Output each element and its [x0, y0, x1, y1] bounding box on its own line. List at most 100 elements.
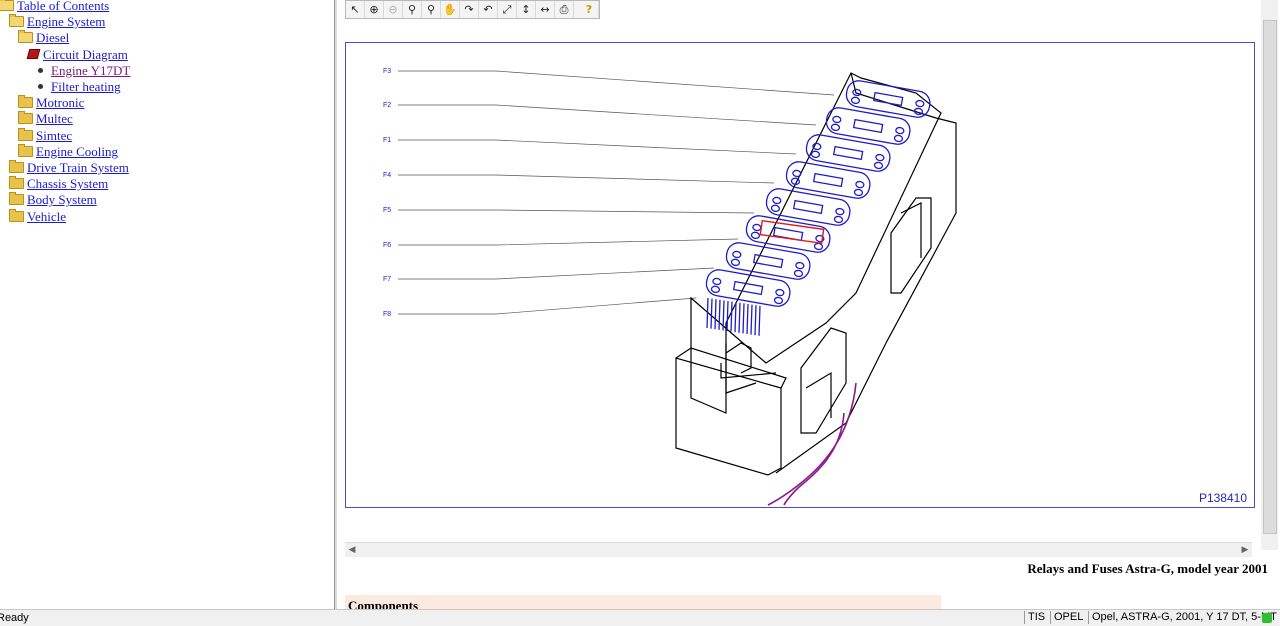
- leader-line: [398, 238, 739, 246]
- fuse-label: F2: [383, 102, 391, 109]
- components-section: Components: [345, 595, 941, 609]
- folder-icon: [18, 143, 33, 157]
- status-system: TIS: [1024, 611, 1048, 624]
- connection-status-icon: [1262, 613, 1272, 623]
- tree-item-label[interactable]: Circuit Diagram: [43, 47, 128, 62]
- fit-width-icon[interactable]: ↔: [536, 1, 555, 18]
- status-bar: Ready TIS OPEL Opel, ASTRA-G, 2001, Y 17…: [0, 609, 1280, 626]
- tree-item[interactable]: Engine Y17DT: [38, 63, 130, 79]
- tree-item-label[interactable]: Body System: [27, 192, 97, 207]
- fuse-label: F3: [383, 68, 391, 75]
- bullet-icon: [38, 67, 43, 73]
- tree-item-label[interactable]: Chassis System: [27, 176, 108, 191]
- leader-line: [398, 70, 835, 96]
- tree-item-label[interactable]: Engine Cooling: [36, 144, 118, 159]
- contact-pin: [734, 302, 737, 333]
- tree-item[interactable]: Chassis System: [9, 176, 108, 192]
- tree-item[interactable]: Body System: [9, 192, 97, 208]
- tree-item[interactable]: Simtec: [18, 127, 72, 144]
- leader-line: [398, 267, 715, 280]
- contact-pin: [710, 298, 713, 329]
- pan-hand-icon[interactable]: ✋: [441, 1, 460, 18]
- vertical-scrollbar[interactable]: [1261, 0, 1278, 550]
- fit-height-icon[interactable]: ↕: [517, 1, 536, 18]
- tree-item-label[interactable]: Engine Y17DT: [51, 63, 130, 78]
- figure-id: P138410: [1198, 491, 1247, 505]
- contact-pin: [726, 300, 729, 332]
- fuse-label: F8: [383, 311, 391, 318]
- table-of-contents-tree: Table of Contents Engine System Diesel Circ…: [0, 0, 334, 609]
- document-pane: ↖ ⊕ ⊖ ⚲ ⚲ ✋ ↷ ↶ ⤢ ↕ ↔ ⎙? F3 F2 F1 F4 F5 F6 F7 F8: [337, 0, 1280, 609]
- fit-page-icon[interactable]: ⤢: [498, 1, 517, 18]
- folder-icon: [9, 176, 24, 190]
- fuse: [725, 242, 811, 280]
- tree-item[interactable]: Engine System: [9, 14, 105, 30]
- scroll-right-icon[interactable]: ▶: [1238, 543, 1252, 557]
- leader-line: [398, 297, 697, 315]
- diagram-viewer[interactable]: F3 F2 F1 F4 F5 F6 F7 F8 P138410: [345, 42, 1255, 508]
- figure-caption: Relays and Fuses Astra-G, model year 200…: [1027, 561, 1268, 576]
- tree-item[interactable]: Motronic: [18, 95, 84, 111]
- contact-pin: [758, 305, 761, 336]
- folder-icon: [18, 127, 33, 141]
- scroll-left-icon[interactable]: ◀: [345, 543, 359, 557]
- folder-icon: [18, 95, 33, 109]
- folder-open-icon: [0, 0, 14, 11]
- tree-item-label[interactable]: Filter heating: [51, 79, 121, 94]
- tree-item[interactable]: Vehicle: [9, 208, 66, 225]
- zoom-icon[interactable]: ⚲: [403, 1, 422, 18]
- zoom-area-icon[interactable]: ⚲: [422, 1, 441, 18]
- fuse-label: F4: [383, 172, 391, 179]
- status-ready: Ready: [0, 612, 29, 624]
- tree-item[interactable]: Drive Train System: [9, 160, 129, 176]
- scroll-thumb[interactable]: [1263, 20, 1277, 534]
- book-icon: [26, 48, 41, 59]
- contact-pin: [718, 299, 721, 330]
- tree-item[interactable]: Diesel: [18, 30, 69, 46]
- tree-item-label[interactable]: Drive Train System: [27, 160, 129, 175]
- tree-item-label[interactable]: Table of Contents: [17, 0, 109, 13]
- contact-pin: [750, 304, 753, 335]
- tree-item-label[interactable]: Diesel: [36, 30, 69, 45]
- graphic-toolbar: ↖ ⊕ ⊖ ⚲ ⚲ ✋ ↷ ↶ ⤢ ↕ ↔ ⎙?: [345, 0, 600, 19]
- fuse: [765, 188, 851, 226]
- rotate-ccw-icon[interactable]: ↶: [479, 1, 498, 18]
- tree-item-label[interactable]: Motronic: [36, 95, 84, 110]
- zoom-out-icon[interactable]: ⊖: [384, 1, 403, 18]
- folder-icon: [9, 192, 24, 206]
- fuse: [705, 269, 791, 307]
- status-brand: OPEL: [1050, 611, 1086, 624]
- tree-item-label[interactable]: Multec: [36, 111, 73, 126]
- tree-item[interactable]: Filter heating: [38, 79, 121, 95]
- contact-pin: [706, 297, 709, 329]
- zoom-in-icon[interactable]: ⊕: [365, 1, 384, 18]
- contact-pin: [746, 303, 749, 335]
- print-icon[interactable]: ⎙: [555, 1, 574, 18]
- tree-item[interactable]: Multec: [18, 111, 73, 127]
- folder-open-icon: [18, 30, 33, 44]
- highlighted-fuse-f6: [759, 219, 825, 245]
- folder-open-icon: [9, 14, 24, 28]
- tree-item-label[interactable]: Simtec: [36, 128, 72, 143]
- select-arrow-icon[interactable]: ↖: [346, 1, 365, 18]
- status-vehicle: Opel, ASTRA-G, 2001, Y 17 DT, 5-MT: [1088, 611, 1280, 624]
- tree-item[interactable]: Table of Contents: [0, 0, 109, 14]
- contact-pin: [714, 299, 717, 330]
- fuse-label: F1: [383, 137, 391, 144]
- tree-item-label[interactable]: Vehicle: [27, 209, 66, 224]
- leader-line: [398, 209, 755, 214]
- folder-icon: [9, 208, 24, 222]
- tree-item[interactable]: Circuit Diagram: [26, 47, 128, 63]
- horizontal-scrollbar[interactable]: ◀ ▶: [345, 542, 1252, 557]
- tree-item-label[interactable]: Engine System: [27, 14, 105, 29]
- leader-line: [398, 104, 817, 126]
- rotate-cw-icon[interactable]: ↷: [460, 1, 479, 18]
- components-heading: Components: [348, 598, 419, 609]
- contact-pin: [742, 303, 745, 334]
- tree-item[interactable]: Engine Cooling: [18, 143, 118, 160]
- fuse-label: F7: [383, 276, 391, 283]
- leader-line: [398, 139, 797, 155]
- contact-pin: [730, 301, 733, 332]
- fuse-box-diagram: F3 F2 F1 F4 F5 F6 F7 F8: [383, 68, 957, 506]
- help-icon[interactable]: ?: [580, 1, 599, 18]
